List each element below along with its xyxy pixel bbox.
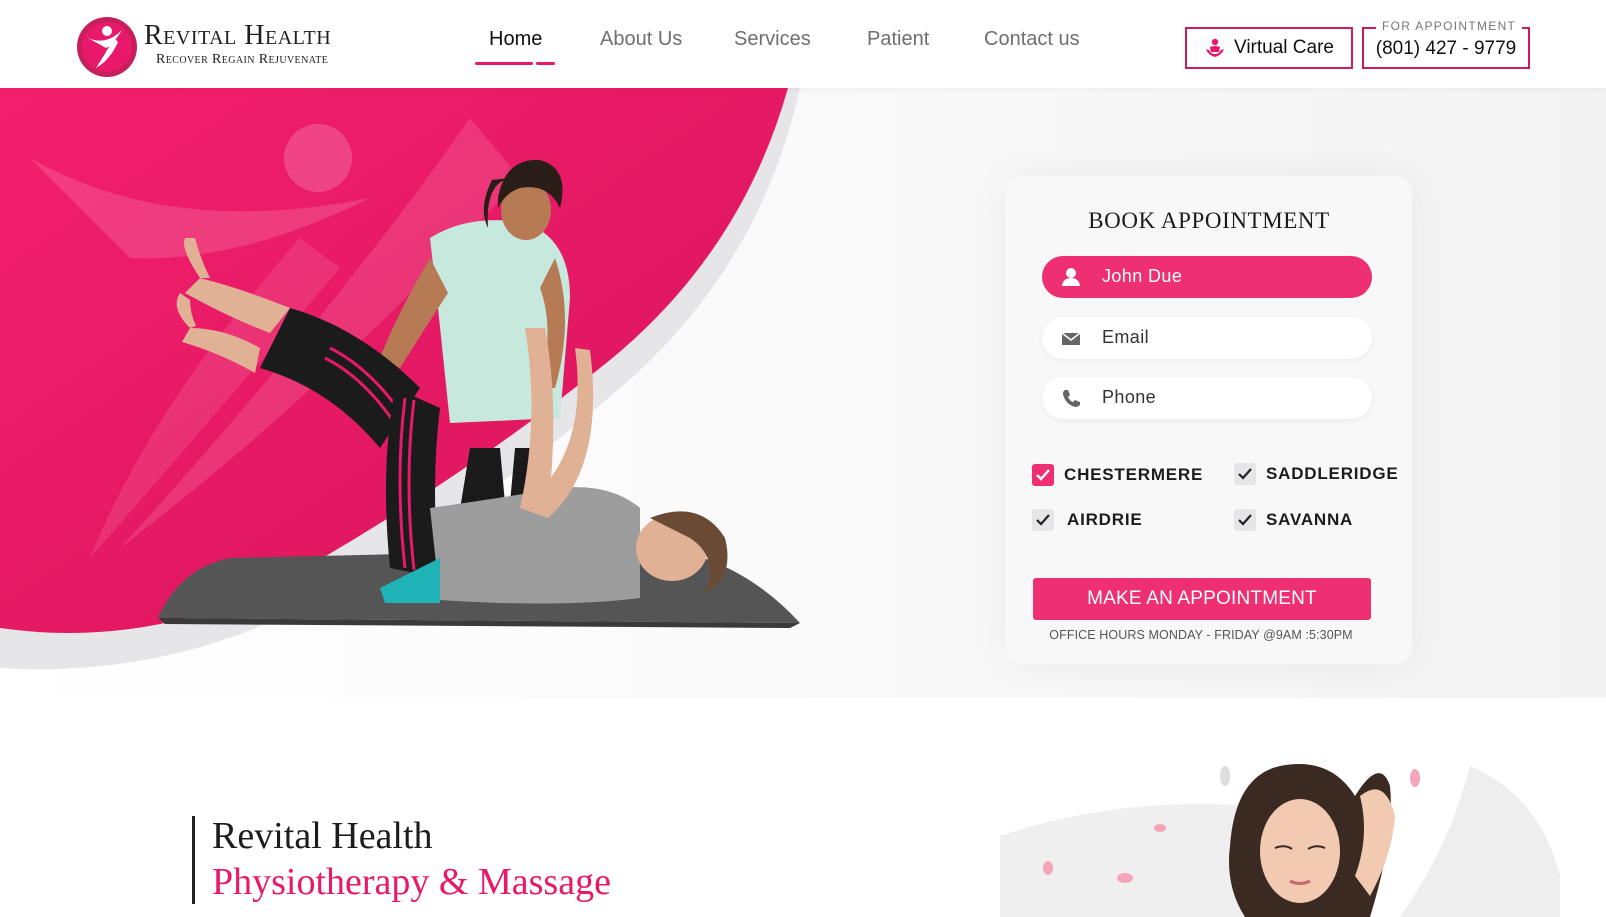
appointment-caption: FOR APPOINTMENT [1376,19,1523,33]
intro-accent-bar [192,816,195,904]
nav-active-indicator [475,62,533,65]
email-field-placeholder: Email [1102,327,1150,347]
name-field-value: John Due [1102,266,1183,286]
appointment-phone-box[interactable]: FOR APPOINTMENT (801) 427 - 9779 [1362,19,1530,69]
phone-field-placeholder: Phone [1102,387,1157,407]
nav-contact-us[interactable]: Contact us [984,28,1080,51]
appointment-phone-number: (801) 427 - 9779 [1375,38,1517,59]
brand-name: Revital Health [144,20,332,51]
nav-home[interactable]: Home [489,28,542,51]
email-field[interactable]: Email [1042,317,1372,359]
nav-patient[interactable]: Patient [867,28,929,51]
checkbox-checked-icon [1032,464,1054,486]
checkbox-unchecked-icon [1032,509,1054,531]
office-hours-text: OFFICE HOURS MONDAY - FRIDAY @9AM :5:30P… [1049,628,1353,642]
location-checkbox-airdrie[interactable]: AIRDRIE [1032,509,1143,531]
location-label-savanna: SAVANNA [1266,510,1354,529]
location-label-airdrie: AIRDRIE [1067,510,1143,529]
envelope-icon [1061,332,1081,345]
virtual-care-label: Virtual Care [1234,37,1334,58]
user-icon [1062,268,1080,286]
massage-image [1000,764,1560,917]
virtual-care-button[interactable]: Virtual Care [1185,27,1353,69]
location-label-saddleridge: SADDLERIDGE [1266,464,1399,483]
location-label-chestermere: CHESTERMERE [1064,465,1204,484]
checkbox-unchecked-icon [1234,463,1256,485]
brand-logo-mark-icon [77,17,137,77]
site-header: Revital Health Recover Regain Rejuvenate… [0,0,1606,88]
phone-icon [1063,390,1080,407]
nav-services[interactable]: Services [734,28,811,51]
virtual-care-icon [1206,38,1224,57]
brand-logo[interactable]: Revital Health Recover Regain Rejuvenate [76,16,376,80]
location-checkbox-saddleridge[interactable]: SADDLERIDGE [1234,463,1399,485]
brand-tagline: Recover Regain Rejuvenate [156,52,329,67]
nav-about-us[interactable]: About Us [600,28,682,51]
intro-heading: Revital Health [212,815,433,857]
intro-subheading: Physiotherapy & Massage [212,861,611,903]
name-field[interactable]: John Due [1042,256,1372,298]
phone-field[interactable]: Phone [1042,377,1372,419]
make-appointment-button[interactable]: MAKE AN APPOINTMENT [1033,578,1371,620]
checkbox-unchecked-icon [1234,509,1256,531]
book-appointment-card: BOOK APPOINTMENT John Due Email Phone CH… [1006,176,1412,664]
location-checkbox-savanna[interactable]: SAVANNA [1234,509,1353,531]
nav-active-indicator-dash [536,62,555,65]
location-checkbox-chestermere[interactable]: CHESTERMERE [1032,464,1203,486]
book-appointment-title: BOOK APPOINTMENT [1088,208,1330,233]
intro-section: Revital Health Physiotherapy & Massage [0,698,1606,917]
